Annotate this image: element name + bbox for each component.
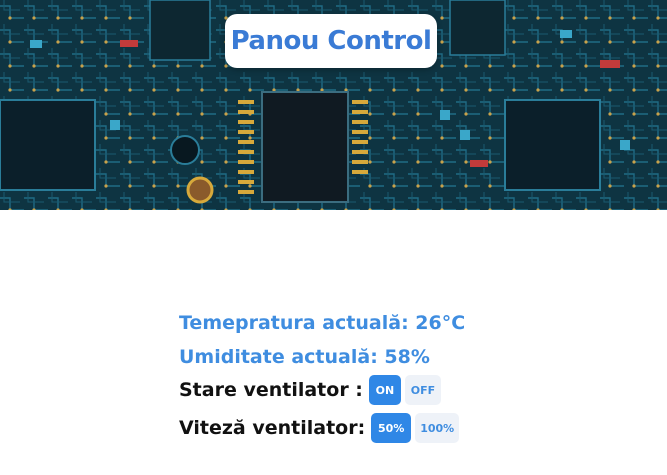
fan-on-button[interactable]: ON — [368, 375, 401, 405]
page-title: Panou Control — [230, 26, 432, 56]
fan-state-row: Stare ventilator : ON OFF — [179, 375, 441, 405]
speed-50-button[interactable]: 50% — [371, 413, 412, 443]
fan-off-button[interactable]: OFF — [404, 375, 441, 405]
temperature-readout: Temepratura actuală: 26°C — [179, 312, 466, 334]
fan-speed-label: Viteză ventilator: — [179, 417, 366, 439]
speed-100-button[interactable]: 100% — [415, 413, 460, 443]
title-card: Panou Control — [225, 14, 437, 68]
fan-speed-row: Viteză ventilator: 50% 100% — [179, 413, 460, 443]
fan-state-label: Stare ventilator : — [179, 379, 363, 401]
humidity-readout: Umiditate actuală: 58% — [179, 346, 430, 368]
header-banner: Panou Control — [0, 0, 667, 210]
